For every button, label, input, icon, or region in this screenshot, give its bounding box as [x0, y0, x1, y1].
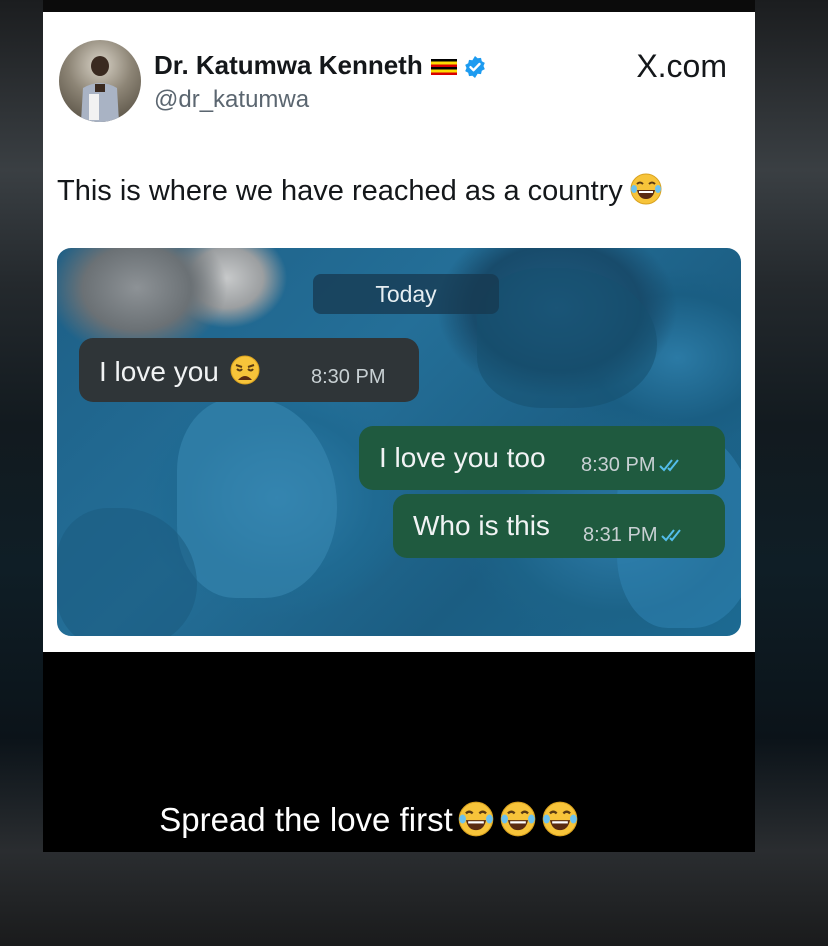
message-time-container: 8:30 PM	[581, 454, 685, 477]
laughing-tears-emoji-icon	[500, 801, 536, 837]
double-check-icon	[661, 529, 682, 542]
background-fabric	[177, 398, 337, 598]
verified-badge-icon	[464, 56, 485, 79]
author-name-text: Dr. Katumwa Kenneth	[154, 50, 423, 80]
tweet-card: Dr. Katumwa Kenneth @dr_katumwa X.com Th…	[43, 12, 755, 652]
weary-face-emoji-icon	[230, 355, 260, 385]
message-text: Who is this	[413, 510, 550, 541]
caption: Spread the love first	[43, 800, 755, 839]
message-text: I love you	[99, 354, 261, 388]
uganda-flag-icon	[430, 59, 457, 76]
double-check-icon	[659, 459, 680, 472]
message-time-container: 8:31 PM	[583, 524, 687, 547]
tweet-text: This is where we have reached as a count…	[57, 172, 663, 208]
background-fabric	[477, 268, 657, 408]
laughing-tears-emoji-icon	[630, 173, 662, 205]
site-label: X.com	[636, 48, 727, 84]
message-text: I love you too	[379, 442, 546, 473]
message-text-content: I love you	[99, 356, 219, 387]
avatar[interactable]	[59, 40, 141, 122]
incoming-message-bubble[interactable]: I love you 8:30 PM	[79, 338, 419, 402]
chat-screenshot: Today I love you 8:30 PM I love you too …	[57, 248, 741, 636]
caption-text: Spread the love first	[159, 801, 453, 838]
outgoing-message-bubble[interactable]: Who is this 8:31 PM	[393, 494, 725, 558]
background-fabric	[57, 508, 197, 636]
laughing-tears-emoji-icon	[458, 801, 494, 837]
message-time: 8:30 PM	[581, 454, 656, 476]
author-handle[interactable]: @dr_katumwa	[154, 86, 309, 114]
tweet-text-content: This is where we have reached as a count…	[57, 175, 623, 207]
laughing-tears-emoji-icon	[542, 801, 578, 837]
message-time: 8:30 PM	[311, 366, 386, 388]
outgoing-message-bubble[interactable]: I love you too 8:30 PM	[359, 426, 725, 490]
date-separator: Today	[313, 274, 499, 314]
top-black-strip	[43, 0, 755, 12]
message-time: 8:31 PM	[583, 524, 658, 546]
author-name[interactable]: Dr. Katumwa Kenneth	[154, 50, 487, 81]
caption-area: Spread the love first	[43, 652, 755, 852]
